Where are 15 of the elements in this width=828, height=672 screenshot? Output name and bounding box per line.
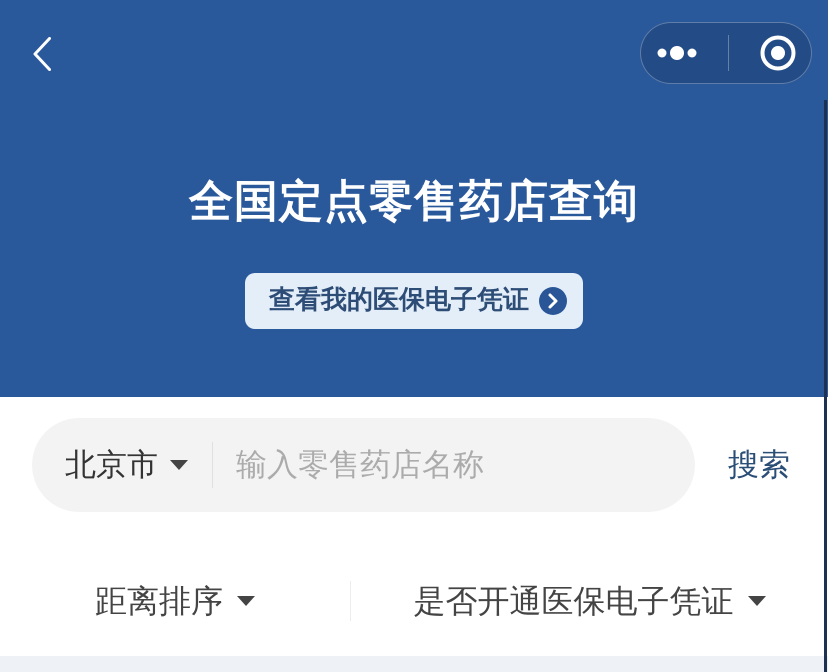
caret-icon bbox=[170, 460, 188, 470]
chevron-circle-icon bbox=[539, 286, 567, 315]
filter-dropdown[interactable]: 是否开通医保电子凭证 bbox=[414, 577, 766, 625]
voucher-button[interactable]: 查看我的医保电子凭证 bbox=[245, 272, 583, 329]
circle-dot-icon[interactable] bbox=[760, 35, 796, 71]
page-title: 全国定点零售药店查询 bbox=[189, 176, 639, 229]
city-dropdown[interactable]: 北京市 bbox=[65, 442, 188, 488]
caret-icon bbox=[748, 596, 766, 606]
back-icon[interactable] bbox=[33, 37, 51, 71]
search-field[interactable]: 输入零售药店名称 bbox=[236, 442, 576, 488]
more-icon[interactable] bbox=[656, 46, 696, 60]
search-bar[interactable]: 北京市 输入零售药店名称 bbox=[32, 418, 695, 512]
filter-dropdown[interactable]: 距离排序 bbox=[95, 577, 255, 625]
search-button[interactable]: 搜索 bbox=[728, 442, 790, 488]
caret-icon bbox=[237, 596, 255, 606]
